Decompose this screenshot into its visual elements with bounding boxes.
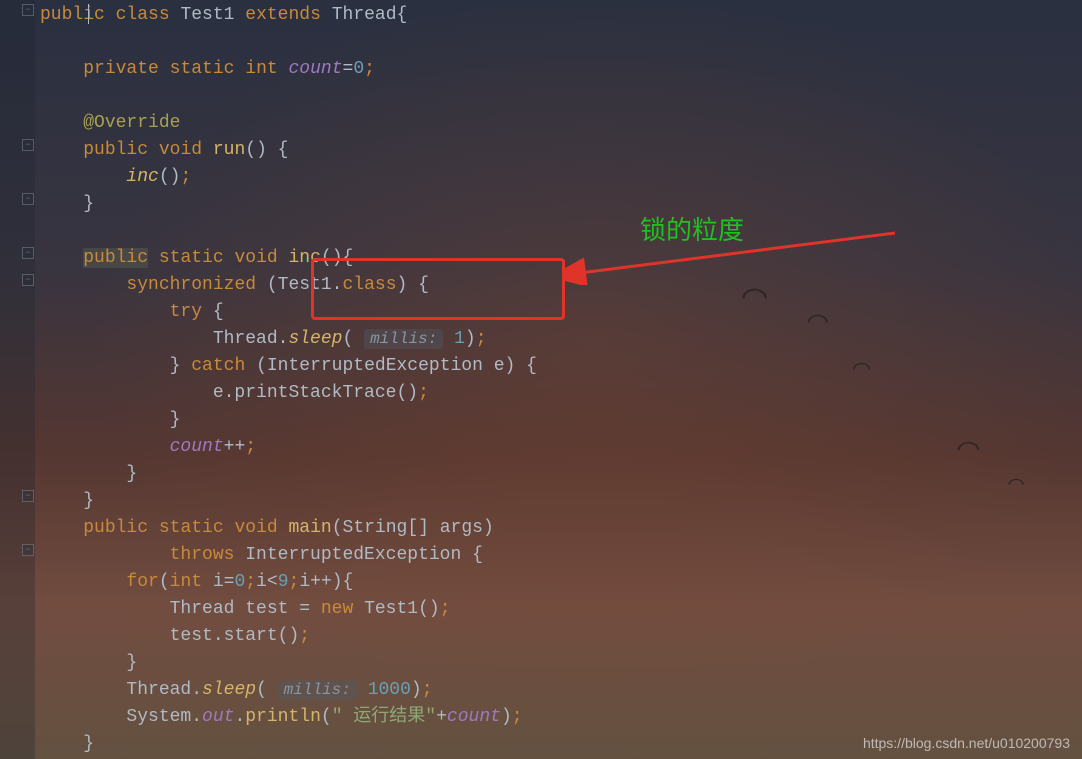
code-line[interactable]: Thread.sleep( millis: 1000); xyxy=(40,677,1082,704)
code-line[interactable]: public static void main(String[] args) xyxy=(40,515,1082,542)
code-line[interactable]: for(int i=0;i<9;i++){ xyxy=(40,569,1082,596)
code-line[interactable]: count++; xyxy=(40,434,1082,461)
code-editor[interactable]: public class Test1 extends Thread{ priva… xyxy=(40,0,1082,758)
code-line[interactable]: private static int count=0; xyxy=(40,56,1082,83)
text-cursor xyxy=(88,4,89,24)
code-line[interactable]: throws InterruptedException { xyxy=(40,542,1082,569)
code-line[interactable]: test.start(); xyxy=(40,623,1082,650)
fold-marker[interactable]: − xyxy=(22,247,34,259)
code-line[interactable]: } xyxy=(40,488,1082,515)
code-line[interactable]: public static void inc(){ xyxy=(40,245,1082,272)
code-line[interactable]: System.out.println(" 运行结果"+count); xyxy=(40,704,1082,731)
code-line[interactable]: Thread.sleep( millis: 1); xyxy=(40,326,1082,353)
fold-marker[interactable]: − xyxy=(22,274,34,286)
fold-marker[interactable]: − xyxy=(22,193,34,205)
code-line[interactable]: } xyxy=(40,407,1082,434)
code-line[interactable] xyxy=(40,83,1082,110)
code-line[interactable]: e.printStackTrace(); xyxy=(40,380,1082,407)
code-line[interactable]: } xyxy=(40,461,1082,488)
code-line[interactable]: try { xyxy=(40,299,1082,326)
fold-marker[interactable]: − xyxy=(22,139,34,151)
code-line[interactable]: } catch (InterruptedException e) { xyxy=(40,353,1082,380)
fold-marker[interactable]: − xyxy=(22,4,34,16)
code-line[interactable]: } xyxy=(40,650,1082,677)
code-line[interactable] xyxy=(40,218,1082,245)
fold-marker[interactable]: − xyxy=(22,490,34,502)
watermark-text: https://blog.csdn.net/u010200793 xyxy=(863,735,1070,751)
code-line[interactable] xyxy=(40,29,1082,56)
code-line[interactable]: synchronized (Test1.class) { xyxy=(40,272,1082,299)
code-line[interactable]: } xyxy=(40,191,1082,218)
code-line[interactable]: Thread test = new Test1(); xyxy=(40,596,1082,623)
editor-gutter: − − − − − − − xyxy=(0,0,35,759)
code-line[interactable]: public class Test1 extends Thread{ xyxy=(40,2,1082,29)
code-line[interactable]: public void run() { xyxy=(40,137,1082,164)
code-line[interactable]: @Override xyxy=(40,110,1082,137)
code-line[interactable]: inc(); xyxy=(40,164,1082,191)
fold-marker[interactable]: − xyxy=(22,544,34,556)
